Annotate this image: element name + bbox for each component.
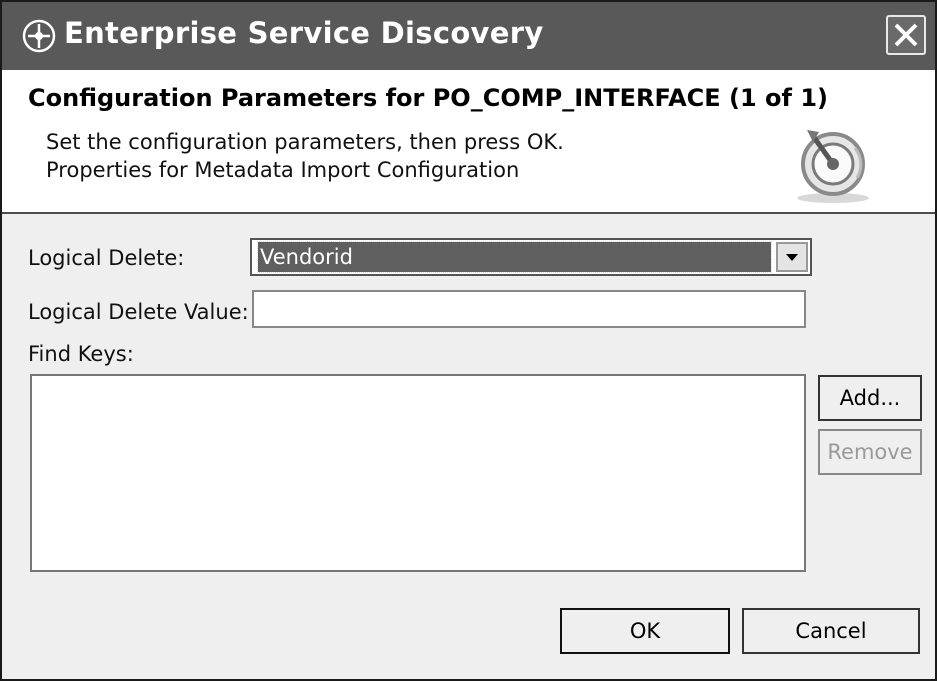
- dropdown-arrow-icon: [786, 254, 798, 261]
- add-button[interactable]: Add...: [818, 375, 922, 421]
- description-text: Properties for Metadata Import Configura…: [46, 158, 520, 182]
- window-title: Enterprise Service Discovery: [64, 16, 544, 50]
- header-banner: Configuration Parameters for PO_COMP_INT…: [2, 70, 935, 214]
- cancel-button[interactable]: Cancel: [742, 608, 920, 654]
- app-icon: [22, 19, 56, 53]
- logical-delete-value-label: Logical Delete Value:: [28, 300, 249, 324]
- close-icon: [894, 23, 918, 47]
- logical-delete-select[interactable]: Vendorid: [250, 238, 812, 276]
- logical-delete-value-field[interactable]: [252, 290, 806, 328]
- ok-button[interactable]: OK: [560, 608, 730, 654]
- title-bar[interactable]: Enterprise Service Discovery: [2, 2, 935, 70]
- wizard-graphic-icon: [797, 130, 869, 203]
- remove-button[interactable]: Remove: [818, 429, 922, 475]
- close-button[interactable]: [886, 15, 926, 55]
- logical-delete-label: Logical Delete:: [28, 246, 185, 270]
- page-title: Configuration Parameters for PO_COMP_INT…: [28, 84, 829, 112]
- find-keys-list[interactable]: [30, 374, 806, 572]
- logical-delete-selected-value: Vendorid: [257, 241, 772, 273]
- dropdown-button[interactable]: [776, 242, 808, 272]
- dialog-window: Enterprise Service Discovery Configurati…: [0, 0, 937, 681]
- instruction-text: Set the configuration parameters, then p…: [46, 130, 564, 154]
- find-keys-label: Find Keys:: [28, 342, 134, 366]
